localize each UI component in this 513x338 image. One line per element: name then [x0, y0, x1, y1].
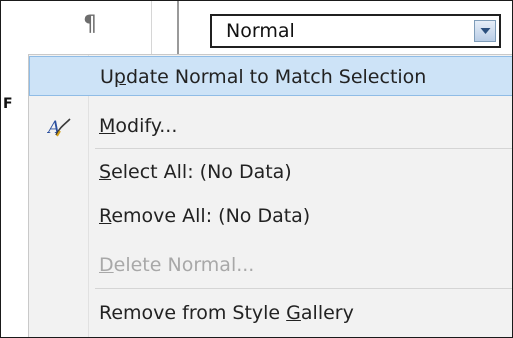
menu-separator	[95, 148, 512, 149]
screenshot-frame: ¶ Normal F Update Normal to Match Select…	[0, 0, 513, 338]
menu-item-delete-normal: Delete Normal...	[29, 245, 512, 285]
menu-item-select-all[interactable]: Select All: (No Data)	[29, 152, 512, 192]
modify-style-icon: A	[47, 118, 71, 138]
style-context-menu: Update Normal to Match Selection A Modif…	[28, 54, 512, 337]
menu-item-update-to-match[interactable]: Update Normal to Match Selection	[29, 56, 512, 96]
menu-item-label: Remove All: (No Data)	[99, 205, 311, 227]
style-dropdown-button[interactable]	[474, 20, 496, 42]
menu-separator	[95, 288, 512, 289]
menu-item-modify[interactable]: A Modify...	[29, 106, 512, 146]
menu-item-label: Modify...	[99, 115, 178, 137]
menu-item-label: Update Normal to Match Selection	[100, 66, 427, 88]
chevron-down-icon	[480, 28, 491, 34]
styles-toolbar: ¶ Normal	[1, 1, 512, 54]
style-dropdown[interactable]: Normal	[210, 14, 501, 48]
left-edge-text: F	[3, 96, 13, 112]
menu-item-label: Select All: (No Data)	[99, 161, 292, 183]
toolbar-divider-bold	[177, 1, 179, 54]
menu-item-remove-all[interactable]: Remove All: (No Data)	[29, 196, 512, 236]
menu-item-label: Delete Normal...	[99, 254, 255, 276]
menu-item-label: Remove from Style Gallery	[99, 302, 354, 324]
toolbar-divider	[151, 1, 152, 54]
style-dropdown-value: Normal	[226, 20, 295, 42]
paragraph-mark-icon[interactable]: ¶	[77, 5, 103, 45]
menu-item-remove-from-gallery[interactable]: Remove from Style Gallery	[29, 293, 512, 333]
